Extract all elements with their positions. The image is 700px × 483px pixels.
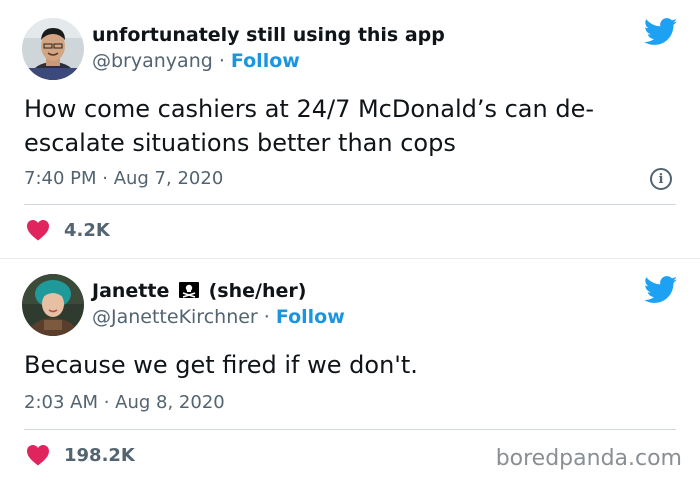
avatar[interactable] — [22, 274, 84, 336]
like-count: 4.2K — [64, 219, 110, 241]
handle-line: @JanetteKirchner · Follow — [92, 306, 345, 328]
like-group[interactable]: 4.2K — [26, 219, 110, 241]
divider — [24, 204, 676, 205]
tweet-text: Because we get fired if we don't. — [24, 351, 418, 379]
twitter-bird-icon[interactable] — [644, 276, 678, 304]
heart-icon[interactable] — [26, 444, 50, 466]
display-name[interactable]: Janette — [92, 280, 169, 302]
follow-button[interactable]: Follow — [231, 50, 300, 72]
watermark: boredpanda.com — [495, 446, 682, 471]
handle-line: @bryanyang · Follow — [92, 50, 300, 72]
dot-separator: · — [212, 50, 231, 72]
timestamp[interactable]: 7:40 PM · Aug 7, 2020 — [24, 168, 223, 189]
like-group[interactable]: 198.2K — [26, 444, 135, 466]
follow-button[interactable]: Follow — [276, 306, 345, 328]
dot-separator: · — [257, 306, 276, 328]
tweet-card: unfortunately still using this app @brya… — [0, 0, 700, 258]
pronouns: (she/her) — [208, 280, 307, 302]
divider — [24, 429, 676, 430]
like-count: 198.2K — [64, 444, 135, 466]
info-icon[interactable]: i — [650, 168, 672, 190]
timestamp[interactable]: 2:03 AM · Aug 8, 2020 — [24, 392, 225, 413]
avatar[interactable] — [22, 18, 84, 80]
display-name-line: Janette (she/her) — [92, 280, 306, 302]
twitter-bird-icon[interactable] — [644, 18, 678, 46]
handle[interactable]: @bryanyang — [92, 50, 213, 72]
display-name[interactable]: unfortunately still using this app — [92, 24, 445, 46]
pirate-flag-emoji — [178, 282, 199, 298]
handle[interactable]: @JanetteKirchner — [92, 306, 258, 328]
tweet-text: How come cashiers at 24/7 McDonald’s can… — [24, 95, 595, 157]
heart-icon[interactable] — [26, 219, 50, 241]
